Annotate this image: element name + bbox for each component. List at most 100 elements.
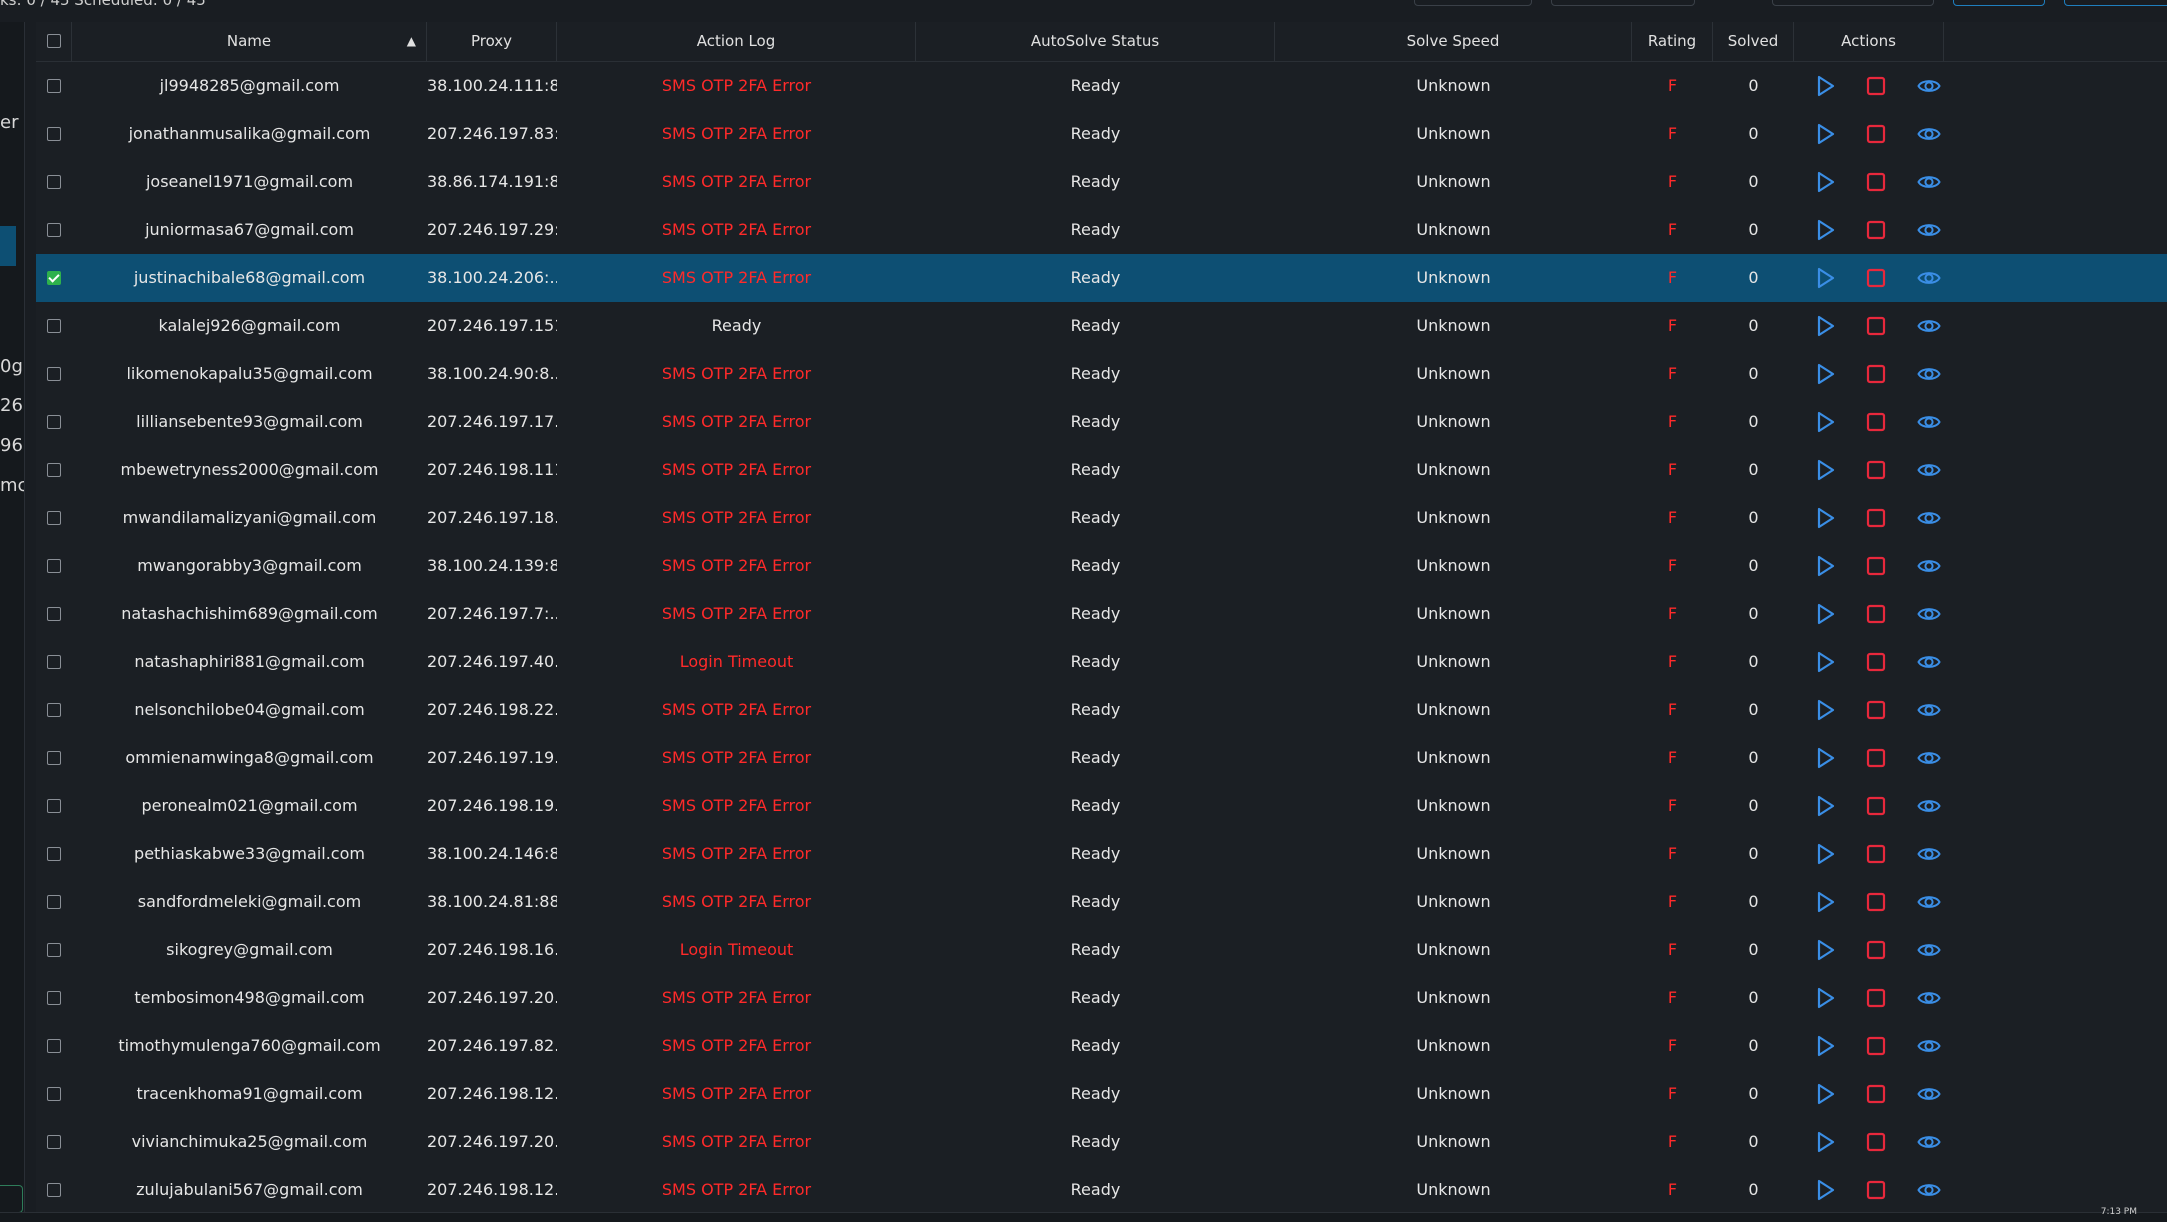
stop-icon[interactable]	[1864, 650, 1888, 674]
row-select-checkbox[interactable]	[47, 943, 61, 957]
header-proxy[interactable]: Proxy	[427, 22, 557, 61]
toolbar-button-2[interactable]	[2064, 0, 2167, 6]
eye-icon[interactable]	[1916, 1082, 1942, 1106]
toolbar-button-1[interactable]	[1953, 0, 2045, 6]
play-icon[interactable]	[1813, 602, 1837, 626]
row-select-checkbox[interactable]	[47, 655, 61, 669]
eye-icon[interactable]	[1916, 554, 1942, 578]
row-select-checkbox[interactable]	[47, 127, 61, 141]
play-icon[interactable]	[1813, 650, 1837, 674]
stop-icon[interactable]	[1864, 602, 1888, 626]
stop-icon[interactable]	[1864, 266, 1888, 290]
filter-input-2[interactable]	[1551, 0, 1695, 6]
row-select-checkbox[interactable]	[47, 559, 61, 573]
play-icon[interactable]	[1813, 506, 1837, 530]
stop-icon[interactable]	[1864, 122, 1888, 146]
play-icon[interactable]	[1813, 74, 1837, 98]
row-select-checkbox[interactable]	[47, 319, 61, 333]
header-rating[interactable]: Rating	[1632, 22, 1713, 61]
table-row[interactable]: peronealm021@gmail.com 207.246.198.19... S…	[36, 782, 2167, 830]
stop-icon[interactable]	[1864, 1082, 1888, 1106]
filter-input-1[interactable]	[1414, 0, 1532, 6]
play-icon[interactable]	[1813, 794, 1837, 818]
play-icon[interactable]	[1813, 122, 1837, 146]
play-icon[interactable]	[1813, 458, 1837, 482]
header-select-all[interactable]	[36, 22, 72, 61]
play-icon[interactable]	[1813, 266, 1837, 290]
table-row[interactable]: natashachishim689@gmail.com 207.246.197.7…	[36, 590, 2167, 638]
play-icon[interactable]	[1813, 698, 1837, 722]
eye-icon[interactable]	[1916, 842, 1942, 866]
eye-icon[interactable]	[1916, 218, 1942, 242]
eye-icon[interactable]	[1916, 1034, 1942, 1058]
stop-icon[interactable]	[1864, 170, 1888, 194]
table-row[interactable]: nelsonchilobe04@gmail.com 207.246.198.22.…	[36, 686, 2167, 734]
eye-icon[interactable]	[1916, 1178, 1942, 1202]
stop-icon[interactable]	[1864, 506, 1888, 530]
row-select-checkbox[interactable]	[47, 367, 61, 381]
eye-icon[interactable]	[1916, 122, 1942, 146]
stop-icon[interactable]	[1864, 938, 1888, 962]
row-select-checkbox[interactable]	[47, 895, 61, 909]
eye-icon[interactable]	[1916, 362, 1942, 386]
eye-icon[interactable]	[1916, 650, 1942, 674]
row-select-checkbox[interactable]	[47, 1087, 61, 1101]
eye-icon[interactable]	[1916, 74, 1942, 98]
play-icon[interactable]	[1813, 218, 1837, 242]
filter-input-3[interactable]	[1772, 0, 1934, 6]
play-icon[interactable]	[1813, 746, 1837, 770]
row-select-checkbox[interactable]	[47, 511, 61, 525]
eye-icon[interactable]	[1916, 986, 1942, 1010]
table-row[interactable]: mwangorabby3@gmail.com 38.100.24.139:8...…	[36, 542, 2167, 590]
left-panel-selected-item[interactable]	[0, 226, 16, 266]
table-row[interactable]: ommienamwinga8@gmail.com 207.246.197.19..…	[36, 734, 2167, 782]
play-icon[interactable]	[1813, 170, 1837, 194]
play-icon[interactable]	[1813, 938, 1837, 962]
eye-icon[interactable]	[1916, 602, 1942, 626]
header-autosolve-status[interactable]: AutoSolve Status	[916, 22, 1275, 61]
stop-icon[interactable]	[1864, 1034, 1888, 1058]
play-icon[interactable]	[1813, 1082, 1837, 1106]
eye-icon[interactable]	[1916, 794, 1942, 818]
play-icon[interactable]	[1813, 410, 1837, 434]
stop-icon[interactable]	[1864, 74, 1888, 98]
table-row[interactable]: juniormasa67@gmail.com 207.246.197.29:...…	[36, 206, 2167, 254]
row-select-checkbox[interactable]	[47, 991, 61, 1005]
play-icon[interactable]	[1813, 554, 1837, 578]
row-select-checkbox[interactable]	[47, 799, 61, 813]
eye-icon[interactable]	[1916, 410, 1942, 434]
stop-icon[interactable]	[1864, 218, 1888, 242]
stop-icon[interactable]	[1864, 314, 1888, 338]
stop-icon[interactable]	[1864, 1130, 1888, 1154]
header-solved[interactable]: Solved	[1713, 22, 1794, 61]
stop-icon[interactable]	[1864, 842, 1888, 866]
play-icon[interactable]	[1813, 1034, 1837, 1058]
table-row[interactable]: tembosimon498@gmail.com 207.246.197.20...…	[36, 974, 2167, 1022]
table-row[interactable]: tracenkhoma91@gmail.com 207.246.198.12...…	[36, 1070, 2167, 1118]
stop-icon[interactable]	[1864, 410, 1888, 434]
row-select-checkbox[interactable]	[47, 847, 61, 861]
table-row[interactable]: natashaphiri881@gmail.com 207.246.197.40.…	[36, 638, 2167, 686]
eye-icon[interactable]	[1916, 506, 1942, 530]
row-select-checkbox[interactable]	[47, 415, 61, 429]
stop-icon[interactable]	[1864, 986, 1888, 1010]
eye-icon[interactable]	[1916, 314, 1942, 338]
table-row[interactable]: sikogrey@gmail.com 207.246.198.16... Login…	[36, 926, 2167, 974]
row-select-checkbox[interactable]	[47, 703, 61, 717]
row-select-checkbox[interactable]	[47, 223, 61, 237]
table-row[interactable]: zulujabulani567@gmail.com 207.246.198.12.…	[36, 1166, 2167, 1214]
header-action-log[interactable]: Action Log	[557, 22, 916, 61]
play-icon[interactable]	[1813, 314, 1837, 338]
eye-icon[interactable]	[1916, 890, 1942, 914]
table-row[interactable]: joseanel1971@gmail.com 38.86.174.191:8...…	[36, 158, 2167, 206]
eye-icon[interactable]	[1916, 1130, 1942, 1154]
row-select-checkbox[interactable]	[47, 463, 61, 477]
row-select-checkbox[interactable]	[47, 1183, 61, 1197]
play-icon[interactable]	[1813, 890, 1837, 914]
stop-icon[interactable]	[1864, 554, 1888, 578]
eye-icon[interactable]	[1916, 266, 1942, 290]
table-row[interactable]: jonathanmusalika@gmail.com 207.246.197.83…	[36, 110, 2167, 158]
play-icon[interactable]	[1813, 1130, 1837, 1154]
row-select-checkbox[interactable]	[47, 175, 61, 189]
row-select-checkbox[interactable]	[47, 79, 61, 93]
